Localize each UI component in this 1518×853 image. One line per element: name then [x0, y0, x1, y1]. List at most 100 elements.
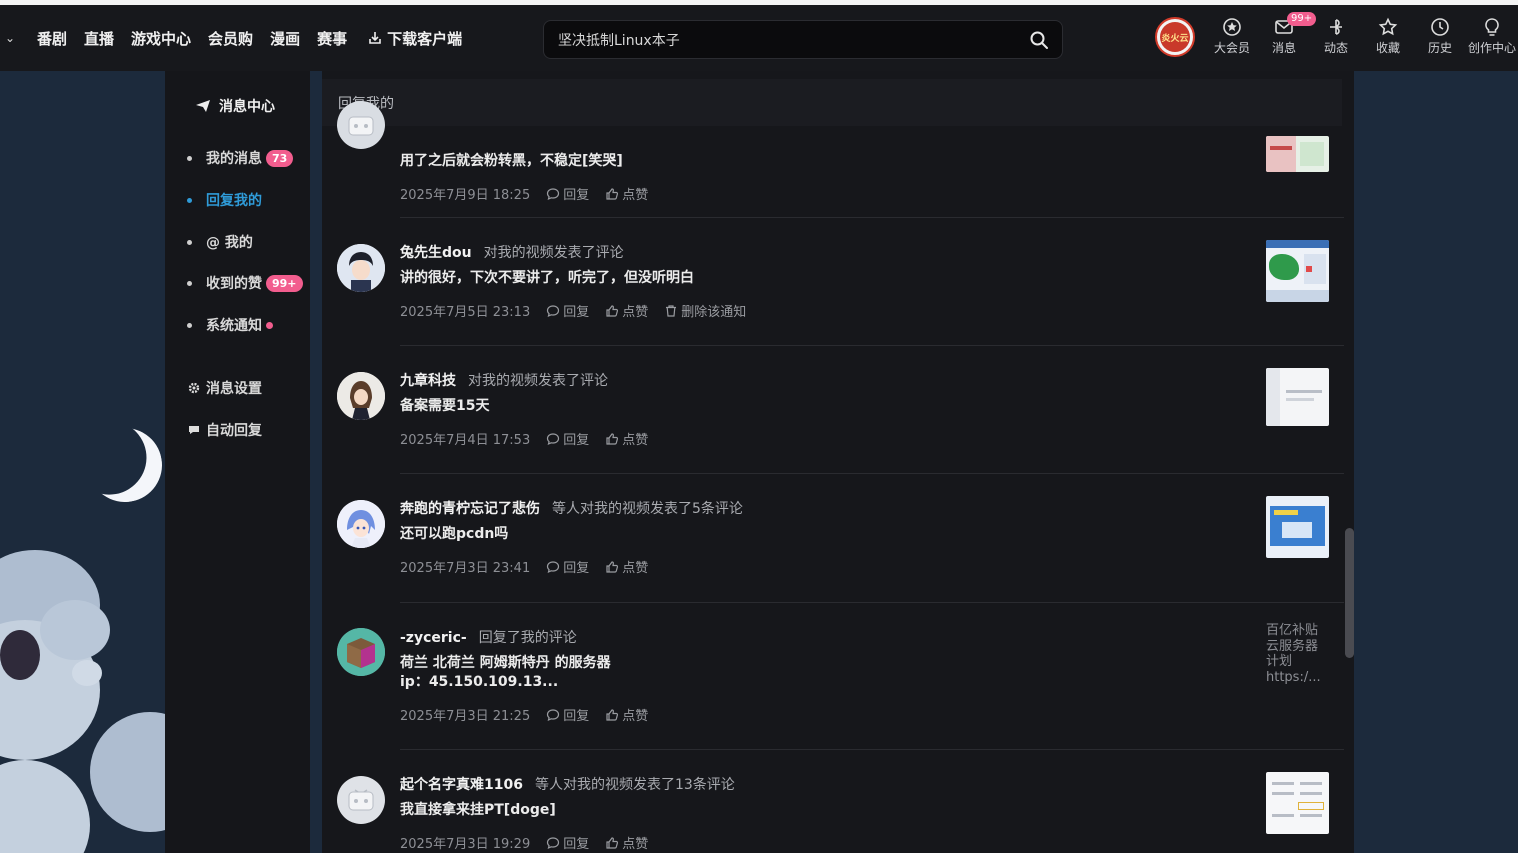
creator-icon — [1485, 18, 1499, 36]
avatar[interactable] — [337, 776, 385, 824]
reply-header: 兔先生dou 对我的视频发表了评论 — [400, 242, 624, 262]
reply-button[interactable]: 回复 — [546, 705, 589, 724]
reply-content-line2[interactable]: ip：45.150.109.13... — [400, 673, 558, 692]
search-input[interactable]: 坚决抵制Linux本子 — [558, 30, 1016, 50]
thumbs-up-icon — [606, 708, 619, 721]
reply-label: 回复 — [563, 433, 590, 448]
avatar[interactable] — [337, 244, 385, 292]
video-thumbnail[interactable] — [1266, 240, 1329, 302]
nav-bangumi[interactable]: 番剧 — [37, 28, 67, 49]
sidebar-item-system-notice[interactable]: 系统通知 — [187, 315, 273, 335]
list-item: 兔先生dou 对我的视频发表了评论 讲的很好，下次不要讲了，听完了，但没听明白 … — [322, 218, 1344, 346]
thumbs-up-icon — [606, 560, 619, 573]
avatar[interactable] — [337, 101, 385, 149]
username[interactable]: 奔跑的青柠忘记了悲伤 — [400, 498, 540, 518]
reply-content[interactable]: 备案需要15天 — [400, 397, 489, 416]
reply-label: 回复 — [563, 305, 590, 320]
avatar[interactable] — [337, 628, 385, 676]
like-label: 点赞 — [622, 561, 649, 576]
like-button[interactable]: 点赞 — [605, 833, 648, 852]
nav-manga[interactable]: 漫画 — [270, 28, 300, 49]
user-avatar[interactable]: 炎火云 — [1155, 17, 1195, 57]
sidebar-item-auto-reply[interactable]: 自动回复 — [188, 420, 262, 440]
sidebar-item-label: 收到的赞 — [206, 276, 262, 292]
reply-button[interactable]: 回复 — [546, 557, 589, 576]
nav-esports[interactable]: 赛事 — [317, 28, 347, 49]
bullet-icon — [187, 280, 192, 286]
thumbs-up-icon — [606, 836, 619, 849]
favorite-button[interactable]: 收藏 — [1362, 5, 1414, 71]
username[interactable]: 起个名字真难1106 — [400, 774, 523, 794]
nav-game-center[interactable]: 游戏中心 — [131, 28, 191, 49]
video-thumbnail[interactable] — [1266, 368, 1329, 426]
chat-bubble-icon — [188, 424, 200, 436]
sidebar-item-at-me[interactable]: @ 我的 — [187, 232, 253, 252]
list-item: -zyceric- 回复了我的评论 荷兰 北荷兰 阿姆斯特丹 的服务器 ip：4… — [322, 603, 1344, 750]
creator-label: 创作中心 — [1467, 41, 1516, 55]
download-client-button[interactable]: 下载客户端 — [367, 28, 462, 49]
bullet-icon — [187, 239, 192, 245]
reply-content[interactable]: 讲的很好，下次不要讲了，听完了，但没听明白 — [400, 269, 694, 288]
reply-meta: 2025年7月9日 18:25 回复 点赞 — [400, 184, 648, 203]
search-button[interactable] — [1016, 20, 1062, 59]
like-button[interactable]: 点赞 — [605, 301, 648, 320]
reply-content[interactable]: 用了之后就会粉转黑，不稳定[笑哭] — [400, 152, 623, 171]
like-button[interactable]: 点赞 — [605, 705, 648, 724]
like-button[interactable]: 点赞 — [605, 184, 648, 203]
reply-content[interactable]: 荷兰 北荷兰 阿姆斯特丹 的服务器 — [400, 654, 611, 673]
original-comment-preview[interactable]: 百亿补贴 云服务器 计划 https:/... — [1266, 623, 1346, 685]
reply-content[interactable]: 还可以跑pcdn吗 — [400, 525, 508, 544]
reply-button[interactable]: 回复 — [546, 184, 589, 203]
video-thumbnail[interactable] — [1266, 772, 1329, 834]
reply-header: 九章科技 对我的视频发表了评论 — [400, 370, 608, 390]
nav-vip-shop[interactable]: 会员购 — [208, 28, 253, 49]
message-label: 消息 — [1271, 41, 1296, 55]
preview-line: https:/... — [1266, 669, 1321, 685]
history-label: 历史 — [1427, 41, 1452, 55]
avatar[interactable] — [337, 372, 385, 420]
reply-time: 2025年7月3日 21:25 — [400, 709, 531, 724]
reply-action-text: 回复了我的评论 — [478, 630, 577, 646]
reply-action-text: 对我的视频发表了评论 — [483, 245, 624, 261]
bullet-icon — [187, 197, 192, 203]
count-badge: 73 — [266, 149, 294, 167]
cloud-decoration — [40, 600, 110, 660]
video-thumbnail[interactable] — [1266, 136, 1329, 172]
message-button[interactable]: 99+ 消息 — [1258, 5, 1317, 71]
reply-time: 2025年7月3日 19:29 — [400, 837, 531, 852]
creator-center-button[interactable]: 创作中心 — [1466, 5, 1518, 71]
reply-button[interactable]: 回复 — [546, 301, 589, 320]
sidebar-item-message-settings[interactable]: 消息设置 — [188, 378, 262, 398]
username[interactable]: 九章科技 — [400, 370, 456, 390]
delete-notice-button[interactable]: 删除该通知 — [664, 301, 746, 320]
username[interactable]: -zyceric- — [400, 630, 467, 646]
like-label: 点赞 — [622, 433, 649, 448]
reply-header: -zyceric- 回复了我的评论 — [400, 627, 577, 647]
moon-decoration — [82, 422, 168, 508]
preview-line: 云服务器 — [1266, 638, 1319, 654]
history-button[interactable]: 历史 — [1414, 5, 1466, 71]
reply-time: 2025年7月9日 18:25 — [400, 188, 531, 203]
reply-button[interactable]: 回复 — [546, 429, 589, 448]
username[interactable]: 兔先生dou — [400, 242, 472, 262]
sidebar-item-likes[interactable]: 收到的赞 99+ — [187, 273, 303, 293]
video-thumbnail[interactable] — [1266, 496, 1329, 558]
scrollbar[interactable] — [1345, 528, 1354, 658]
sidebar-item-label: @ 我的 — [206, 235, 253, 251]
avatar[interactable] — [337, 500, 385, 548]
list-item: 用了之后就会粉转黑，不稳定[笑哭] 2025年7月9日 18:25 回复 点赞 — [322, 71, 1344, 218]
reply-action-text: 等人对我的视频发表了13条评论 — [534, 777, 735, 793]
like-button[interactable]: 点赞 — [605, 429, 648, 448]
sidebar-item-my-messages[interactable]: 我的消息 73 — [187, 148, 294, 168]
nav-live[interactable]: 直播 — [84, 28, 114, 49]
chevron-down-icon[interactable]: ⌄ — [0, 31, 20, 45]
reply-content[interactable]: 我直接拿来挂PT[doge] — [400, 801, 556, 820]
avatar-logo-text: 炎火云 — [1160, 22, 1190, 52]
sidebar-item-reply-me[interactable]: 回复我的 — [187, 190, 262, 210]
dynamic-button[interactable]: 动态 — [1310, 5, 1362, 71]
reply-button[interactable]: 回复 — [546, 833, 589, 852]
like-button[interactable]: 点赞 — [605, 557, 648, 576]
vip-button[interactable]: 大会员 — [1206, 5, 1258, 71]
thumbs-up-icon — [606, 432, 619, 445]
search-bar: 坚决抵制Linux本子 — [543, 20, 1063, 59]
